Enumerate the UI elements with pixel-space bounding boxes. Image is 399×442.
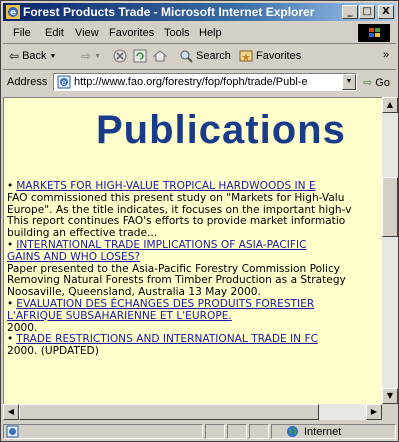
windows-logo-icon <box>358 24 390 42</box>
scroll-right-button[interactable]: ▶ <box>366 404 382 420</box>
search-button[interactable]: Search <box>179 49 231 63</box>
publication-desc: FAO commissioned this present study on "… <box>7 191 345 204</box>
ie-icon: e <box>6 5 20 19</box>
list-item: • INTERNATIONAL TRADE IMPLICATIONS OF ASI… <box>7 238 382 299</box>
publication-desc: This report continues FAO's efforts to p… <box>7 215 346 228</box>
publication-desc: Noosaville, Queensland, Australia 13 May… <box>7 286 261 299</box>
vertical-scroll-thumb[interactable] <box>382 177 398 237</box>
list-item: • MARKETS FOR HIGH-VALUE TROPICAL HARDWOO… <box>7 180 382 240</box>
publication-link[interactable]: INTERNATIONAL TRADE IMPLICATIONS OF ASIA… <box>16 239 306 251</box>
publication-list: • MARKETS FOR HIGH-VALUE TROPICAL HARDWOO… <box>7 180 382 358</box>
menu-help[interactable]: Help <box>199 27 222 39</box>
publication-link-cont[interactable]: L'AFRIQUE SUBSAHARIENNE ET L'EUROPE. <box>7 310 232 322</box>
svg-text:e: e <box>62 78 67 87</box>
scroll-up-button[interactable]: ▲ <box>382 97 398 113</box>
list-item: • TRADE RESTRICTIONS AND INTERNATIONAL TR… <box>7 333 382 358</box>
address-dropdown-button[interactable]: ▼ <box>342 74 356 90</box>
back-label: Back <box>22 50 47 62</box>
menu-view[interactable]: View <box>75 27 99 39</box>
svg-text:e: e <box>10 8 16 18</box>
status-bar: Internet <box>3 422 396 441</box>
publication-link[interactable]: MARKETS FOR HIGH-VALUE TROPICAL HARDWOOD… <box>16 180 315 192</box>
scroll-left-button[interactable]: ◀ <box>3 404 19 420</box>
window-title: Forest Products Trade - Microsoft Intern… <box>23 5 315 19</box>
home-button[interactable] <box>153 49 167 63</box>
publication-desc: 2000. (UPDATED) <box>7 345 99 358</box>
chevron-down-icon: ▼ <box>345 78 353 85</box>
home-icon <box>153 50 167 62</box>
forward-button[interactable]: ⇨ ▼ <box>81 49 101 63</box>
horizontal-scroll-thumb[interactable] <box>19 404 319 420</box>
scroll-corner <box>382 404 398 420</box>
stop-button[interactable] <box>113 49 127 63</box>
globe-icon <box>287 426 298 437</box>
stop-icon <box>113 49 127 63</box>
menu-tools[interactable]: Tools <box>164 27 190 39</box>
chevron-down-icon: ▼ <box>94 52 101 60</box>
refresh-icon <box>133 49 147 63</box>
bullet-icon: • <box>7 333 14 346</box>
toolbar-overflow-button[interactable]: » <box>383 49 389 61</box>
address-url: http://www.fao.org/forestry/fop/foph/tra… <box>74 76 308 88</box>
status-text-panel <box>3 424 203 439</box>
list-item: • EVALUATION DES ÉCHANGES DES PRODUITS FO… <box>7 297 382 334</box>
page-status-icon <box>6 425 19 438</box>
forward-arrow-icon: ⇨ <box>81 49 92 63</box>
go-button[interactable]: ⇨ Go <box>363 76 390 89</box>
address-label: Address <box>7 76 48 88</box>
bullet-icon: • <box>7 297 14 310</box>
bullet-icon: • <box>7 238 14 251</box>
zone-label: Internet <box>304 426 342 438</box>
publication-desc: Removing Natural Forests from Timber Pro… <box>7 274 346 287</box>
favorites-label: Favorites <box>256 50 302 62</box>
title-bar[interactable]: e Forest Products Trade - Microsoft Inte… <box>3 3 396 21</box>
go-label: Go <box>375 77 390 89</box>
close-button[interactable]: X <box>378 5 394 19</box>
search-label: Search <box>196 50 231 62</box>
zone-panel: Internet <box>271 424 396 439</box>
horizontal-scrollbar[interactable]: ◀ ▶ <box>3 404 382 420</box>
standard-toolbar: ⇦ Back ▼ ⇨ ▼ Search Favorites » <box>3 45 396 70</box>
status-panel <box>227 424 247 439</box>
back-button[interactable]: ⇦ Back ▼ <box>9 49 56 63</box>
publication-link[interactable]: EVALUATION DES ÉCHANGES DES PRODUITS FOR… <box>16 298 314 310</box>
go-arrow-icon: ⇨ <box>363 77 373 89</box>
address-input[interactable]: e http://www.fao.org/forestry/fop/foph/t… <box>53 73 357 91</box>
publication-desc: 2000. <box>7 321 38 334</box>
publication-link[interactable]: TRADE RESTRICTIONS AND INTERNATIONAL TRA… <box>16 333 318 345</box>
favorites-button[interactable]: Favorites <box>239 49 301 63</box>
publication-desc: Europe". As the title indicates, it focu… <box>7 203 352 216</box>
browser-window: e Forest Products Trade - Microsoft Inte… <box>0 0 399 442</box>
menu-bar: File Edit View Favorites Tools Help <box>3 23 396 44</box>
favorites-icon <box>239 50 253 62</box>
vertical-scrollbar[interactable]: ▲ ▼ <box>382 97 398 404</box>
page-icon: e <box>57 75 71 89</box>
status-panel <box>205 424 225 439</box>
publication-desc: building an effective trade... <box>7 227 158 240</box>
address-bar: Address e http://www.fao.org/forestry/fo… <box>3 71 396 95</box>
publication-desc: Paper presented to the Asia-Pacific Fore… <box>7 262 341 275</box>
status-panel <box>249 424 269 439</box>
menu-file[interactable]: File <box>13 27 31 39</box>
refresh-button[interactable] <box>133 49 147 63</box>
maximize-button[interactable]: □ <box>359 5 375 19</box>
minimize-button[interactable]: _ <box>342 5 358 19</box>
chevron-down-icon: ▼ <box>49 52 57 60</box>
back-arrow-icon: ⇦ <box>9 49 20 63</box>
bullet-icon: • <box>7 180 14 192</box>
page-viewport: Publications • MARKETS FOR HIGH-VALUE TRO… <box>3 97 382 404</box>
search-icon <box>180 50 193 63</box>
menu-edit[interactable]: Edit <box>45 27 64 39</box>
scroll-down-button[interactable]: ▼ <box>382 388 398 404</box>
menu-favorites[interactable]: Favorites <box>109 27 154 39</box>
page-heading: Publications <box>96 108 346 152</box>
publication-link-cont[interactable]: GAINS AND WHO LOSES? <box>7 251 140 263</box>
